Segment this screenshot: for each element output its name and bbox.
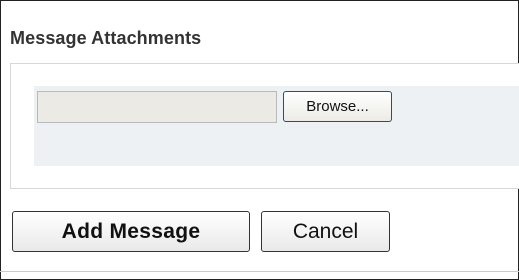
cancel-button[interactable]: Cancel <box>261 211 390 252</box>
attachment-row: Browse... <box>34 86 519 166</box>
browse-button[interactable]: Browse... <box>283 91 392 122</box>
file-path-input[interactable] <box>37 91 277 123</box>
divider <box>0 271 519 272</box>
attachments-box: Browse... <box>10 63 519 189</box>
section-title: Message Attachments <box>10 28 202 48</box>
add-message-button[interactable]: Add Message <box>12 211 250 252</box>
message-form-panel: Message Attachments Browse... Add Messag… <box>0 0 519 280</box>
